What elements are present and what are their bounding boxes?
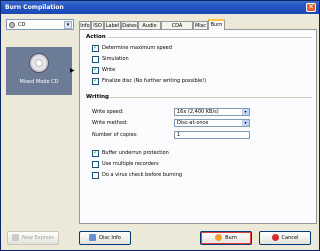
- write-method-value: Disc-at-once: [177, 120, 209, 126]
- new-express-button[interactable]: New Express: [7, 231, 59, 245]
- express-icon: [11, 234, 19, 241]
- new-express-label: New Express: [21, 235, 55, 241]
- chevron-down-icon[interactable]: ▾: [242, 120, 249, 126]
- cd-icon: [29, 53, 49, 73]
- write-method-select[interactable]: Disc-at-once ▾: [174, 119, 250, 127]
- cancel-icon: [271, 234, 279, 241]
- writing-heading: Writing: [86, 94, 109, 100]
- drive-selector[interactable]: CD ▾: [6, 19, 74, 30]
- write-speed-select[interactable]: 16x (2,400 KB/s) ▾: [174, 108, 250, 116]
- cancel-label: Cancel: [281, 235, 299, 241]
- action-divider: [108, 37, 312, 38]
- checkbox-label: Finalize disc (No further writing possib…: [102, 78, 207, 84]
- disc-info-label: Disc Info: [99, 235, 121, 241]
- checkbox-label: Do a virus check before burning: [102, 172, 183, 178]
- checkbox-box[interactable]: [92, 161, 99, 168]
- button-bar: New Express Disc Info Burn Cancel: [1, 227, 319, 251]
- checkbox-box[interactable]: [92, 149, 99, 157]
- compilation-type-item[interactable]: Mixed Mode CD: [6, 47, 72, 95]
- checkbox-box[interactable]: [92, 56, 99, 63]
- burn-tab-panel: Action Determine maximum speed Simulatio…: [79, 29, 317, 224]
- disc-info-button[interactable]: Disc Info: [79, 231, 131, 245]
- checkbox-label: Simulation: [102, 56, 129, 62]
- write-speed-value: 16x (2,400 KB/s): [177, 109, 219, 115]
- write-speed-label: Write speed:: [92, 109, 124, 115]
- checkbox-label: Determine maximum speed: [102, 45, 172, 51]
- close-icon[interactable]: ✕: [306, 3, 316, 12]
- info-icon: [89, 234, 97, 241]
- left-panel: CD ▾ Mixed Mode CD ▶: [4, 17, 75, 227]
- chevron-down-icon[interactable]: ▾: [242, 109, 249, 115]
- tab-burn[interactable]: Burn: [208, 19, 225, 30]
- checkbox-box[interactable]: [92, 77, 99, 85]
- burn-label: Burn: [225, 235, 237, 241]
- drive-label: CD: [18, 22, 26, 28]
- checkbox-label: Write: [102, 67, 116, 73]
- checkbox-box[interactable]: [92, 172, 99, 179]
- chevron-down-icon[interactable]: ▾: [64, 21, 72, 29]
- cancel-button[interactable]: Cancel: [259, 231, 311, 245]
- window-title: Burn Compilation: [5, 4, 64, 11]
- write-method-label: Write method:: [92, 120, 128, 126]
- burn-icon: [215, 234, 223, 241]
- checkbox-box[interactable]: [92, 66, 99, 74]
- burn-button[interactable]: Burn: [200, 231, 252, 245]
- selection-arrow-icon: ▶: [70, 67, 75, 74]
- writing-divider: [110, 97, 312, 98]
- checkbox-box[interactable]: [92, 44, 99, 52]
- disc-icon: [9, 22, 15, 28]
- title-bar[interactable]: Burn Compilation ✕: [1, 1, 319, 14]
- compilation-type-label: Mixed Mode CD: [19, 79, 59, 85]
- action-heading: Action: [86, 34, 106, 40]
- checkbox-label: Buffer underrun protection: [102, 150, 169, 156]
- burn-compilation-window: Burn Compilation ✕ CD ▾ Mixed Mode CD ▶ …: [0, 0, 320, 251]
- checkbox-label: Use multiple recorders: [102, 161, 159, 167]
- copies-label: Number of copies:: [92, 132, 138, 138]
- copies-input[interactable]: 1: [174, 131, 250, 139]
